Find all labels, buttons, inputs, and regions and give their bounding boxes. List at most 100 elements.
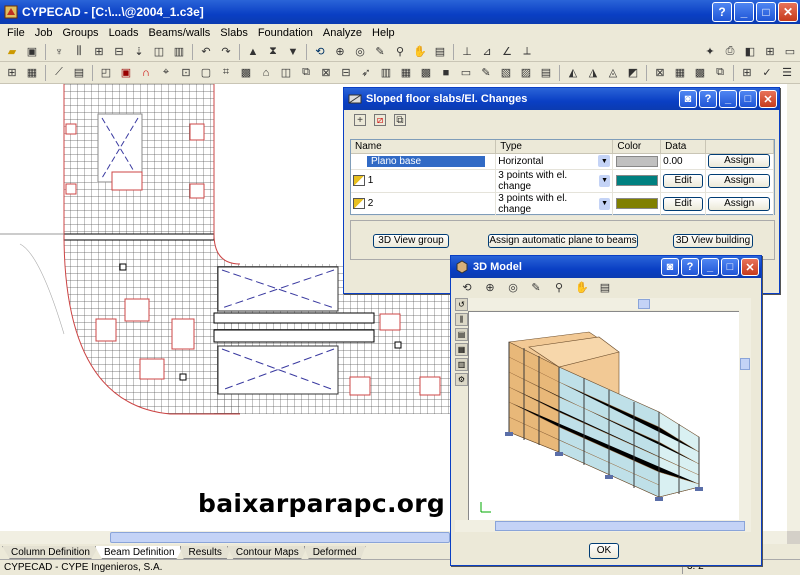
save-icon[interactable]: ▣ [24,44,40,60]
table-row[interactable]: 1 3 points with el. change ▼ Edit Assign [351,169,774,193]
angle-icon[interactable]: ∠ [499,44,515,60]
prestressed-icon[interactable]: ▨ [518,65,534,81]
row-color-swatch[interactable] [615,155,658,167]
row-data[interactable]: 0.00 [663,156,682,167]
composite-icon[interactable]: ▧ [498,65,514,81]
model-right-scroll-thumb[interactable] [740,358,750,370]
settings-view-icon[interactable]: ⚙ [455,373,468,386]
menu-foundation[interactable]: Foundation [253,27,318,39]
walls-icon[interactable]: ▥ [171,44,187,60]
view-group-button[interactable]: 3D View group [373,234,449,248]
columns-icon[interactable]: ⫼ [71,44,87,60]
list-icon[interactable]: ☰ [779,65,795,81]
help-button[interactable]: ? [712,2,732,22]
model-dialog-maximize-button[interactable]: □ [721,258,739,276]
flat-icon[interactable]: ▭ [458,65,474,81]
rebar-edit-icon[interactable]: ▩ [692,65,708,81]
model-bottom-scroll-thumb[interactable] [495,521,745,531]
node-icon[interactable]: ⌖ [158,65,174,81]
slabs-dialog-minimize-button[interactable]: _ [719,90,737,108]
model-top-scroll-thumb[interactable] [638,299,650,309]
rotate-3d-icon[interactable]: ⟲ [312,44,328,60]
check-icon[interactable]: ✓ [759,65,775,81]
mesh-icon[interactable]: ▦ [24,65,40,81]
model-viewport[interactable] [468,311,750,524]
beams-icon[interactable]: ⊞ [91,44,107,60]
delete-slab-icon[interactable]: ⊠ [318,65,334,81]
canvas-vertical-scrollbar[interactable] [787,84,800,531]
table-row[interactable]: Plano base Horizontal ▼ 0.00 Assign [351,153,774,170]
chevron-down-icon[interactable]: ▼ [598,174,611,187]
assign-button[interactable]: Assign [708,196,771,211]
pencil-icon[interactable]: ✎ [372,44,388,60]
slabs-dialog-pin-icon[interactable]: ◙ [679,90,697,108]
view-building-button[interactable]: 3D View building [673,234,753,248]
open-folder-icon[interactable]: ▰ [4,44,20,60]
menu-loads[interactable]: Loads [104,27,144,39]
zoom-previous-icon[interactable]: ◎ [505,279,521,295]
slope-assign-icon[interactable]: ◬ [605,65,621,81]
delete-plane-icon[interactable]: ⧄ [374,114,386,126]
beams-view-icon[interactable]: ▤ [455,328,468,341]
model-dialog-minimize-button[interactable]: _ [701,258,719,276]
menu-file[interactable]: File [2,27,30,39]
table-icon[interactable]: ⊞ [739,65,755,81]
rebar-icon[interactable]: ▦ [672,65,688,81]
model-dialog-help-button[interactable]: ? [681,258,699,276]
model-top-scrollbar[interactable] [468,298,750,310]
precast-icon[interactable]: ▤ [538,65,554,81]
redraw-icon[interactable]: ▤ [432,44,448,60]
row-type[interactable]: Horizontal [498,156,543,167]
block-icon[interactable]: ▣ [118,65,134,81]
undo-icon[interactable]: ↶ [198,44,214,60]
magnet-icon[interactable]: ∩ [138,65,154,81]
slabs-dialog-help-button[interactable]: ? [699,90,717,108]
slope-icon[interactable]: ◭ [565,65,581,81]
menu-beams-walls[interactable]: Beams/walls [144,27,216,39]
cube-icon[interactable]: ◰ [98,65,114,81]
redraw-icon[interactable]: ▤ [597,279,613,295]
edit-slab-icon[interactable]: ✎ [478,65,494,81]
model-dialog-pin-icon[interactable]: ◙ [661,258,679,276]
frame-icon[interactable]: ⌗ [218,65,234,81]
axis-icon[interactable]: ⟂ [519,44,535,60]
menu-analyze[interactable]: Analyze [318,27,367,39]
row-color-swatch[interactable] [615,198,658,209]
slabs-dialog-maximize-button[interactable]: □ [739,90,757,108]
slabs-dialog-close-button[interactable]: ✕ [759,90,777,108]
rotate-left-icon[interactable]: ↺ [455,298,468,311]
arrow-tool-icon[interactable]: ➶ [358,65,374,81]
floor-goto-icon[interactable]: ⧗ [265,44,281,60]
chevron-down-icon[interactable]: ▼ [598,155,611,167]
minimize-button[interactable]: _ [734,2,754,22]
rotate-3d-icon[interactable]: ⟲ [459,279,475,295]
model-dialog-close-button[interactable]: ✕ [741,258,759,276]
chevron-down-icon[interactable]: ▼ [598,197,611,210]
model-right-scrollbar[interactable] [739,298,751,528]
loads-icon[interactable]: ⇣ [131,44,147,60]
dimension-icon[interactable]: ⊥ [459,44,475,60]
tab-column-definition[interactable]: Column Definition [2,546,99,559]
columns-view-icon[interactable]: ⫼ [455,313,468,326]
zoom-window-icon[interactable]: ⊕ [332,44,348,60]
ok-button[interactable]: OK [589,543,619,559]
reinforcement-icon[interactable]: ⊠ [652,65,668,81]
ribbed-icon[interactable]: ▥ [378,65,394,81]
redo-icon[interactable]: ↷ [218,44,234,60]
row-name[interactable]: 1 [368,175,374,186]
menu-job[interactable]: Job [30,27,58,39]
floor-up-icon[interactable]: ▲ [245,44,261,60]
hscroll-thumb[interactable] [110,532,450,543]
layout-icon[interactable]: ⊞ [762,44,778,60]
slope-view-icon[interactable]: ◩ [625,65,641,81]
maximize-button[interactable]: □ [756,2,776,22]
menu-groups[interactable]: Groups [57,27,103,39]
pan-hand-icon[interactable]: ✋ [574,279,590,295]
menu-slabs[interactable]: Slabs [215,27,253,39]
close-button[interactable]: ✕ [778,2,798,22]
waffle-icon[interactable]: ▩ [418,65,434,81]
zoom-previous-icon[interactable]: ◎ [352,44,368,60]
opening-icon[interactable]: ▢ [198,65,214,81]
pattern-icon[interactable]: ▩ [238,65,254,81]
menu-help[interactable]: Help [367,27,400,39]
